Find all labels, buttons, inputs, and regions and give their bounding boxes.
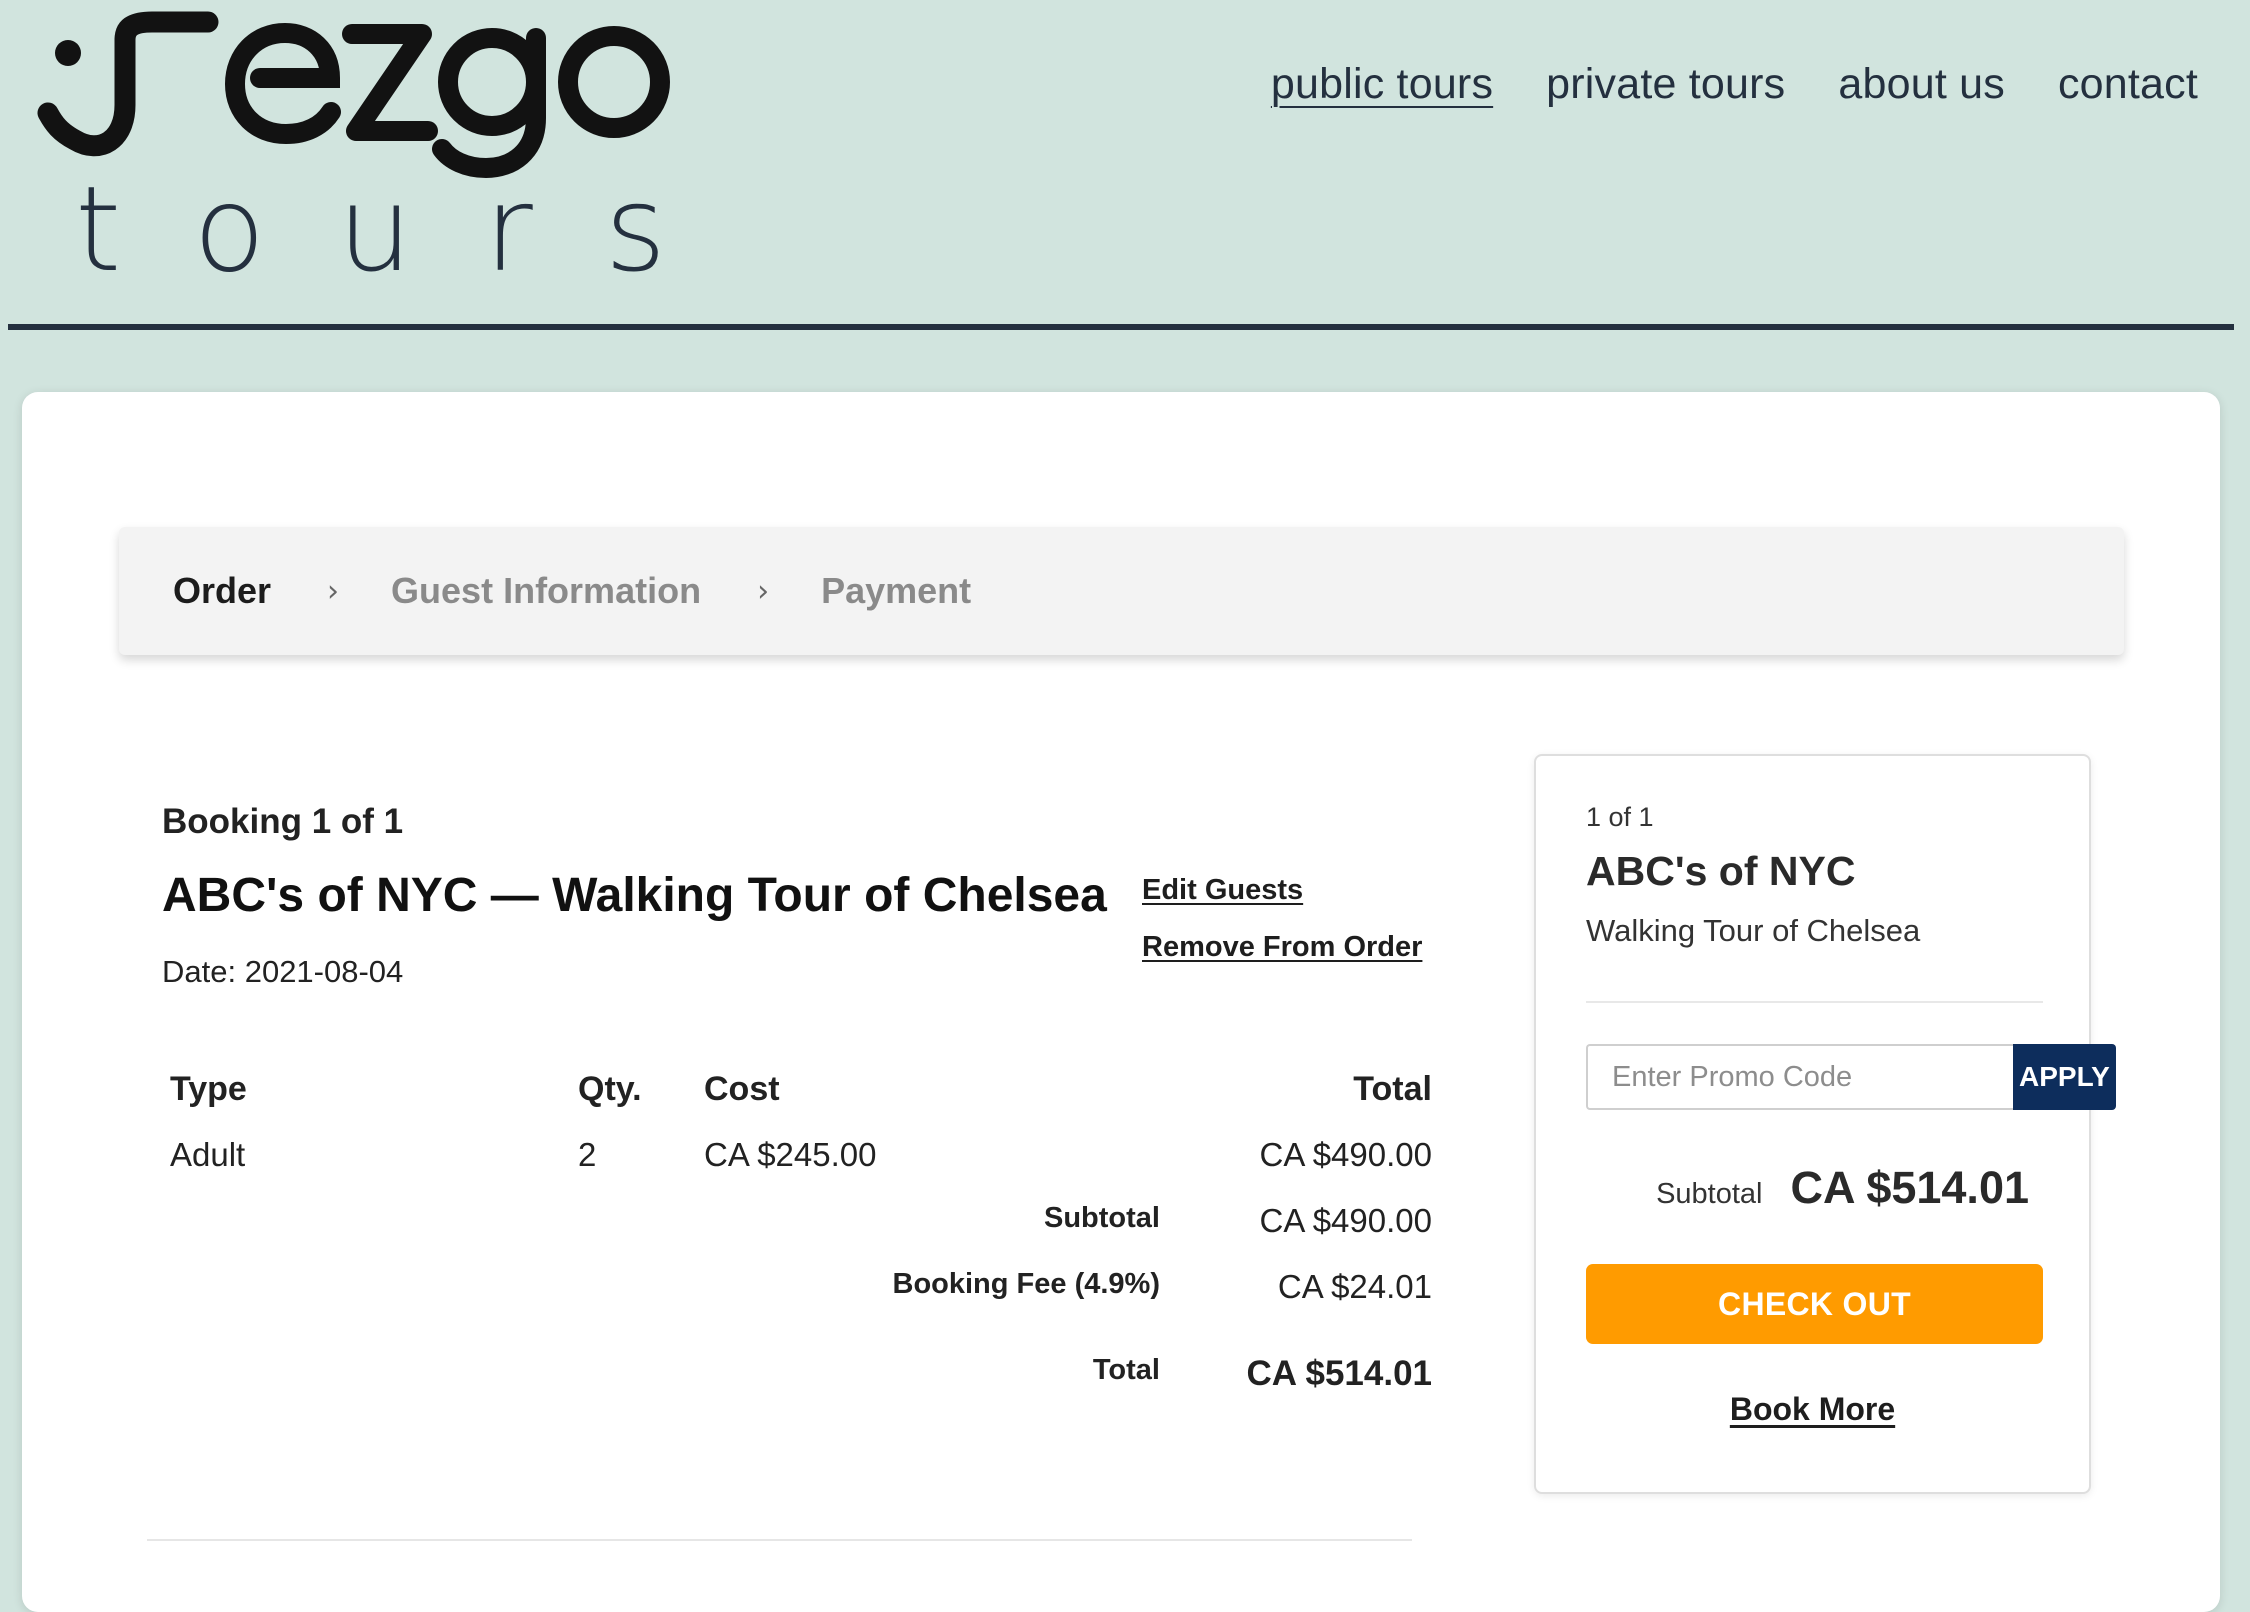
site-logo[interactable]: tours	[30, 0, 730, 320]
total-label: Total	[1092, 1354, 1160, 1386]
booking-date: Date: 2021-08-04	[162, 954, 404, 989]
column-header-qty: Qty.	[578, 1070, 642, 1108]
table-header-row: Type Qty. Cost Total	[170, 1070, 1432, 1136]
book-more-link[interactable]: Book More	[1730, 1391, 1895, 1427]
main-nav: public tours private tours about us cont…	[1271, 60, 2198, 109]
summary-subtotal: Subtotal CA $514.01	[1656, 1162, 2029, 1214]
table-row: Adult 2 CA $245.00 CA $490.00	[170, 1136, 1432, 1202]
column-header-total: Total	[1353, 1070, 1432, 1108]
booking-actions: Edit Guests Remove From Order	[1142, 874, 1422, 964]
summary-subtitle: Walking Tour of Chelsea	[1586, 913, 1921, 948]
subtotal-value: CA $490.00	[1259, 1202, 1432, 1239]
remove-from-order-link[interactable]: Remove From Order	[1142, 931, 1422, 964]
total-row: Total CA $514.01	[170, 1354, 1432, 1420]
nav-contact[interactable]: contact	[2058, 60, 2198, 109]
apply-promo-button[interactable]: APPLY	[2013, 1044, 2116, 1110]
promo-code-input[interactable]	[1586, 1044, 2013, 1110]
nav-private-tours[interactable]: private tours	[1546, 60, 1785, 109]
booking-title: ABC's of NYC — Walking Tour of Chelsea	[162, 869, 1107, 922]
subtotal-row: Subtotal CA $490.00	[170, 1202, 1432, 1268]
checkout-button[interactable]: CHECK OUT	[1586, 1264, 2043, 1344]
promo-code-form: APPLY	[1586, 1044, 2116, 1110]
total-value: CA $514.01	[1246, 1354, 1433, 1393]
booking-fee-label: Booking Fee (4.9%)	[892, 1268, 1161, 1300]
nav-about-us[interactable]: about us	[1838, 60, 2005, 109]
book-more-container: Book More	[1536, 1391, 2089, 1428]
booking-count: Booking 1 of 1	[162, 802, 404, 841]
logo-wordmark: tours	[75, 160, 739, 298]
column-header-cost: Cost	[704, 1070, 780, 1108]
rezgo-logo	[37, 11, 670, 179]
section-divider	[147, 1539, 1412, 1541]
step-guest-information: Guest Information	[391, 570, 702, 611]
row-qty: 2	[578, 1136, 597, 1173]
summary-title: ABC's of NYC	[1586, 848, 1856, 894]
checkout-steps: Order › Guest Information › Payment	[119, 527, 2124, 655]
booking-fee-row: Booking Fee (4.9%) CA $24.01	[170, 1268, 1433, 1354]
column-header-type: Type	[170, 1070, 247, 1108]
order-card: Order › Guest Information › Payment Book…	[22, 392, 2220, 1612]
header-divider	[8, 324, 2234, 330]
chevron-right-icon: ›	[757, 573, 770, 609]
summary-count: 1 of 1	[1586, 802, 1654, 832]
chevron-right-icon: ›	[327, 573, 340, 609]
booking-fee-value: CA $24.01	[1277, 1268, 1432, 1305]
row-total: CA $490.00	[1259, 1136, 1432, 1173]
summary-subtotal-value: CA $514.01	[1790, 1162, 2030, 1213]
row-type: Adult	[170, 1136, 246, 1173]
summary-divider	[1586, 1001, 2043, 1003]
step-payment: Payment	[821, 570, 972, 611]
row-cost: CA $245.00	[704, 1136, 877, 1173]
price-table: Type Qty. Cost Total Adult 2 CA $245.00 …	[170, 1070, 1432, 1420]
subtotal-label: Subtotal	[1044, 1202, 1160, 1234]
site-header: tours public tours private tours about u…	[0, 0, 2250, 340]
order-summary: 1 of 1 ABC's of NYC Walking Tour of Chel…	[1534, 754, 2116, 1494]
step-order[interactable]: Order	[173, 570, 271, 612]
edit-guests-link[interactable]: Edit Guests	[1142, 874, 1422, 907]
summary-subtotal-label: Subtotal	[1656, 1178, 1763, 1210]
nav-public-tours[interactable]: public tours	[1271, 60, 1493, 109]
